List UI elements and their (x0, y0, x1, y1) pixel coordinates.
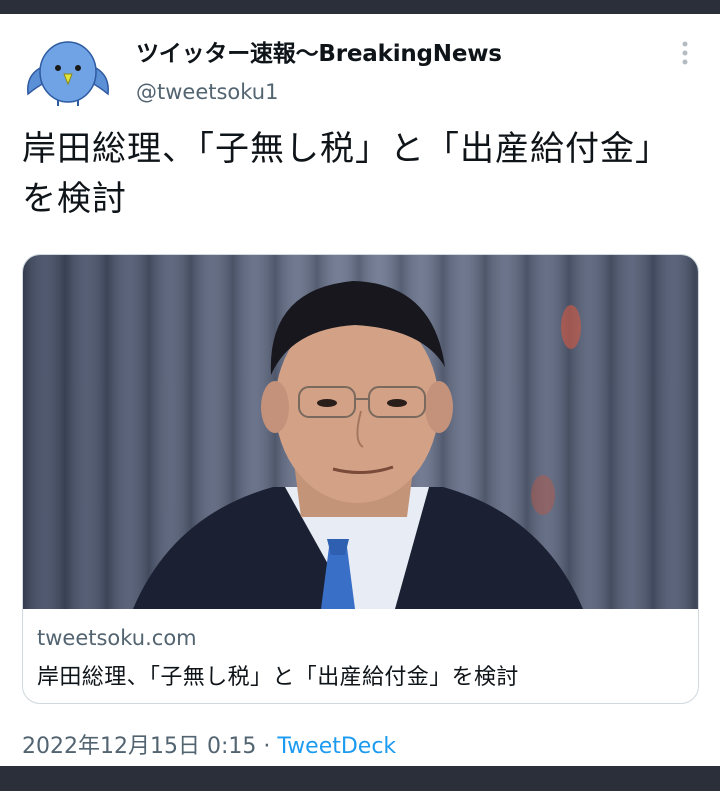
more-options-icon[interactable] (668, 36, 702, 70)
timestamp[interactable]: 2022年12月15日 0:15 (22, 734, 256, 759)
link-card[interactable]: tweetsoku.com 岸田総理、「子無し税」と「出産給付金」を検討 (22, 254, 699, 704)
meta-separator: · (263, 734, 271, 759)
status-bar (0, 0, 720, 14)
bird-avatar-icon[interactable] (24, 34, 112, 106)
card-domain: tweetsoku.com (37, 626, 197, 650)
card-title: 岸田総理、「子無し税」と「出産給付金」を検討 (37, 665, 519, 690)
author-name[interactable]: ツイッター速報〜BreakingNews (136, 34, 502, 68)
tweet-text: 岸田総理、「子無し税」と「出産給付金」を検討 (22, 129, 670, 219)
card-image[interactable] (23, 255, 698, 609)
bottom-bar (0, 766, 720, 791)
tweet-meta: 2022年12月15日 0:15 · TweetDeck (22, 728, 396, 760)
author-handle[interactable]: @tweetsoku1 (136, 80, 278, 104)
source-link[interactable]: TweetDeck (277, 734, 396, 759)
